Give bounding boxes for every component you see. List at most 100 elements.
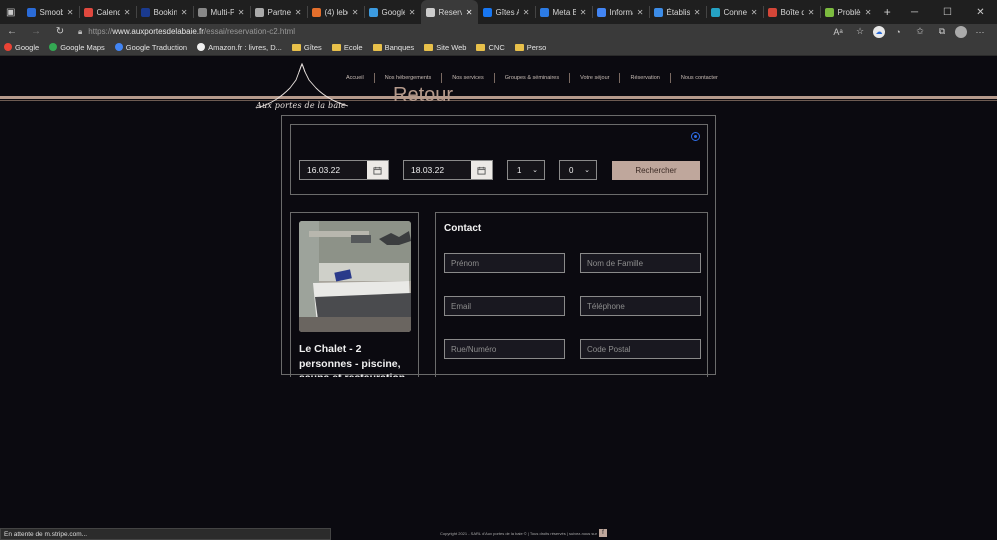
tab-favicon-icon bbox=[824, 7, 834, 17]
children-select[interactable]: 0 ⌄ bbox=[559, 160, 597, 180]
browser-tab[interactable]: Google ✕ bbox=[363, 0, 421, 24]
browser-tab[interactable]: Meta Bu ✕ bbox=[534, 0, 592, 24]
street-field[interactable]: Rue/Numéro bbox=[444, 339, 565, 359]
browser-tab[interactable]: Connex ✕ bbox=[705, 0, 763, 24]
menu-item[interactable]: Nos services bbox=[442, 73, 495, 83]
browser-tab[interactable]: Smoobu ✕ bbox=[22, 0, 79, 24]
departure-date-value: 18.03.22 bbox=[411, 165, 445, 175]
close-tab-icon[interactable]: ✕ bbox=[238, 8, 245, 17]
email-field[interactable]: Email bbox=[444, 296, 565, 316]
menu-item[interactable]: Nos hébergements bbox=[375, 73, 443, 83]
last-name-field[interactable]: Nom de Famille bbox=[580, 253, 701, 273]
close-tab-icon[interactable]: ✕ bbox=[409, 8, 416, 17]
minimize-icon[interactable]: ─ bbox=[898, 0, 931, 24]
back-icon[interactable]: ← bbox=[0, 24, 24, 39]
url-field[interactable]: 🔒︎ https://www.auxportesdelabaie.fr/essa… bbox=[78, 26, 778, 38]
close-tab-icon[interactable]: ✕ bbox=[181, 8, 188, 17]
browser-tab[interactable]: Informat ✕ bbox=[591, 0, 649, 24]
zip-field[interactable]: Code Postal bbox=[580, 339, 701, 359]
read-aloud-icon[interactable]: Aᵃ bbox=[829, 26, 847, 38]
departure-date-field[interactable]: 18.03.22 bbox=[403, 160, 493, 180]
favorite-star-icon[interactable]: ☆ bbox=[851, 26, 869, 38]
room-photo[interactable] bbox=[299, 221, 411, 332]
lock-icon: 🔒︎ bbox=[78, 26, 83, 36]
browser-tab[interactable]: Gîtes Au ✕ bbox=[478, 0, 535, 24]
adults-select[interactable]: 1 ⌄ bbox=[507, 160, 545, 180]
close-tab-icon[interactable]: ✕ bbox=[808, 8, 815, 17]
calendar-icon[interactable] bbox=[367, 161, 388, 179]
close-tab-icon[interactable]: ✕ bbox=[466, 8, 473, 17]
browser-tab[interactable]: Reservat ✕ bbox=[420, 0, 478, 24]
folder-icon bbox=[331, 43, 341, 51]
bookmark-favicon-icon bbox=[49, 43, 58, 51]
room-card[interactable]: Le Chalet - 2 personnes - piscine, sauna… bbox=[290, 212, 419, 377]
close-tab-icon[interactable]: ✕ bbox=[295, 8, 302, 17]
collections-icon[interactable]: ⧉ bbox=[933, 26, 951, 38]
sync-icon[interactable]: ☁ bbox=[873, 25, 885, 38]
close-tab-icon[interactable]: ✕ bbox=[124, 8, 131, 17]
search-box: 16.03.22 18.03.22 1 ⌄ 0 ⌄ Rechercher bbox=[290, 124, 708, 195]
bookmark-item[interactable]: Gîtes bbox=[291, 43, 322, 52]
close-tab-icon[interactable]: ✕ bbox=[580, 8, 587, 17]
close-tab-icon[interactable]: ✕ bbox=[523, 8, 530, 17]
close-tab-icon[interactable]: ✕ bbox=[352, 8, 359, 17]
reservation-panel: 16.03.22 18.03.22 1 ⌄ 0 ⌄ Rechercher Le … bbox=[281, 115, 716, 377]
bookmark-label: Google Traduction bbox=[125, 42, 188, 52]
info-icon[interactable] bbox=[691, 132, 700, 141]
forward-icon[interactable]: → bbox=[24, 24, 48, 39]
menu-item[interactable]: Groupes & séminaires bbox=[495, 73, 571, 83]
tab-favicon-icon bbox=[140, 7, 150, 17]
bookmark-item[interactable]: Perso bbox=[514, 43, 546, 52]
retour-link[interactable]: Retour bbox=[393, 84, 453, 107]
browser-tab[interactable]: Booking ✕ bbox=[135, 0, 193, 24]
extension-icon[interactable]: ◔ bbox=[889, 26, 907, 38]
browser-tab[interactable]: Calendr ✕ bbox=[78, 0, 136, 24]
more-menu-icon[interactable]: ··· bbox=[971, 26, 989, 38]
room-title[interactable]: Le Chalet - 2 personnes - piscine, sauna… bbox=[299, 342, 413, 377]
menu-item[interactable]: Réservation bbox=[620, 73, 671, 83]
bookmark-item[interactable]: Google Maps bbox=[49, 43, 105, 52]
browser-tab[interactable]: Problèm ✕ bbox=[819, 0, 877, 24]
browser-tab[interactable]: Établisse ✕ bbox=[648, 0, 706, 24]
tab-actions-icon[interactable]: ▣ bbox=[0, 0, 22, 24]
tab-title: Boîte de bbox=[780, 7, 804, 17]
close-tab-icon[interactable]: ✕ bbox=[865, 8, 872, 17]
close-tab-icon[interactable]: ✕ bbox=[751, 8, 758, 17]
close-tab-icon[interactable]: ✕ bbox=[67, 8, 74, 17]
bookmark-item[interactable]: Google bbox=[4, 43, 39, 52]
bookmark-item[interactable]: Banques bbox=[372, 42, 415, 52]
browser-tab[interactable]: Boîte de ✕ bbox=[762, 0, 820, 24]
header-band bbox=[0, 96, 997, 99]
search-button[interactable]: Rechercher bbox=[612, 161, 700, 180]
adults-value: 1 bbox=[517, 165, 522, 175]
bookmark-item[interactable]: CNC bbox=[476, 43, 505, 52]
browser-tab[interactable]: Multi-Pr ✕ bbox=[192, 0, 250, 24]
calendar-icon[interactable] bbox=[471, 161, 492, 179]
menu-item[interactable]: Nous contacter bbox=[671, 73, 728, 83]
header-band-line bbox=[0, 100, 997, 101]
phone-field[interactable]: Téléphone bbox=[580, 296, 701, 316]
menu-item[interactable]: Accueil bbox=[336, 73, 375, 83]
browser-tab[interactable]: Partner ✕ bbox=[249, 0, 307, 24]
bookmark-item[interactable]: Google Traduction bbox=[114, 42, 188, 52]
first-name-field[interactable]: Prénom bbox=[444, 253, 565, 273]
reload-icon[interactable]: ↻ bbox=[48, 24, 72, 39]
bookmark-label: Banques bbox=[384, 42, 415, 52]
close-window-icon[interactable]: ✕ bbox=[964, 0, 997, 24]
menu-item[interactable]: Votre séjour bbox=[570, 73, 621, 83]
profile-avatar[interactable] bbox=[955, 25, 967, 38]
favorites-icon[interactable]: ✩ bbox=[911, 26, 929, 38]
contact-form: Contact Prénom Nom de Famille Email Télé… bbox=[435, 212, 708, 377]
maximize-icon[interactable]: ☐ bbox=[931, 0, 964, 24]
tab-bar: ▣ Smoobu✕Calendr✕Booking✕Multi-Pr✕Partne… bbox=[0, 0, 997, 24]
close-tab-icon[interactable]: ✕ bbox=[637, 8, 644, 17]
browser-tab[interactable]: (4) lebo ✕ bbox=[306, 0, 364, 24]
close-tab-icon[interactable]: ✕ bbox=[694, 8, 701, 17]
bookmark-item[interactable]: Ecole bbox=[331, 43, 363, 52]
arrival-date-field[interactable]: 16.03.22 bbox=[299, 160, 389, 180]
facebook-icon[interactable]: f bbox=[598, 529, 607, 537]
bookmark-item[interactable]: Amazon.fr : livres, D... bbox=[197, 43, 282, 52]
new-tab-button[interactable]: + bbox=[877, 0, 899, 24]
bookmark-item[interactable]: Site Web bbox=[424, 43, 466, 52]
bookmark-label: Site Web bbox=[436, 42, 467, 52]
